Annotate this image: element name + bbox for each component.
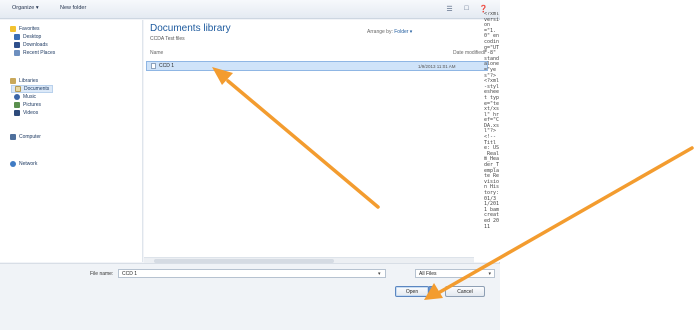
nav-item-desktop[interactable]: Desktop [14,34,41,40]
open-file-dialog: Organize ▾ New folder ☰ □ ❓ Favorites De… [0,0,500,330]
library-title: Documents library [150,23,231,34]
file-name-input[interactable]: CCD 1 [118,269,386,278]
desktop-icon [14,34,20,40]
file-row[interactable]: CCD 1 1/9/2013 11:01 AM [146,61,488,71]
computer-icon [10,134,16,140]
file-name-dropdown-icon[interactable]: ▾ [378,271,381,277]
nav-favorites[interactable]: Favorites [10,26,40,32]
arrange-by-label: Arrange by: [367,29,393,35]
libraries-icon [10,78,16,84]
recent-places-icon [14,50,20,56]
nav-item-label: Desktop [23,34,42,40]
nav-item-label: Music [23,94,37,100]
toolbar-icons: ☰ □ ❓ [445,4,488,13]
nav-item-downloads[interactable]: Downloads [14,42,48,48]
downloads-icon [14,42,20,48]
nav-favorites-label: Favorites [19,26,40,32]
arrange-by[interactable]: Arrange by: Folder ▾ [367,29,412,35]
nav-network-label: Network [19,161,38,167]
network-icon [10,161,16,167]
star-icon [10,26,16,32]
nav-item-label: Recent Places [23,50,56,56]
music-icon [14,94,20,100]
column-header-name[interactable]: Name [150,50,163,56]
nav-libraries-label: Libraries [19,78,39,84]
open-button[interactable]: Open [395,286,429,297]
new-folder-button[interactable]: New folder [60,5,86,11]
navigation-pane: Favorites Desktop Downloads Recent Place… [0,20,143,262]
file-name: CCD 1 [159,63,175,69]
nav-libraries[interactable]: Libraries [10,78,38,84]
nav-item-recent-places[interactable]: Recent Places [14,50,55,56]
nav-item-label: Downloads [23,42,48,48]
documents-icon [15,86,21,92]
column-header-date[interactable]: Date modified [453,50,484,56]
file-type-filter-value: All Files [419,271,437,277]
chevron-down-icon: ▾ [430,288,434,295]
view-options-icon[interactable]: ☰ [445,4,454,13]
toolbar: Organize ▾ New folder ☰ □ ❓ [0,0,500,19]
nav-item-videos[interactable]: Videos [14,110,38,116]
chevron-down-icon: ▾ [488,271,491,277]
dialog-footer: File name: CCD 1 ▾ All Files ▾ Open ▾ Ca… [0,263,500,330]
open-options-button[interactable]: ▾ [428,286,436,297]
nav-computer-label: Computer [19,134,41,140]
videos-icon [14,110,20,116]
nav-item-label: Pictures [23,102,42,108]
pictures-icon [14,102,20,108]
nav-item-label: Documents [24,86,50,92]
library-subtitle: CCDA Test files [150,36,185,42]
nav-item-pictures[interactable]: Pictures [14,102,41,108]
organize-menu[interactable]: Organize ▾ [12,5,39,11]
file-date: 1/9/2013 11:01 AM [418,64,456,69]
nav-item-documents[interactable]: Documents [11,85,54,93]
nav-computer[interactable]: Computer [10,134,41,140]
file-type-filter[interactable]: All Files ▾ [415,269,495,278]
nav-item-music[interactable]: Music [14,94,36,100]
arrange-by-value[interactable]: Folder ▾ [394,29,412,35]
cancel-button[interactable]: Cancel [445,286,485,297]
file-name-label: File name: [90,271,114,277]
file-list-pane: Documents library CCDA Test files Arrang… [144,20,500,262]
xml-source-text: <?xml version="1.0" encoding="UTF-8" sta… [484,12,500,230]
file-icon [151,63,156,69]
nav-network[interactable]: Network [10,161,37,167]
nav-item-label: Videos [23,110,39,116]
preview-pane-icon[interactable]: □ [462,4,471,13]
